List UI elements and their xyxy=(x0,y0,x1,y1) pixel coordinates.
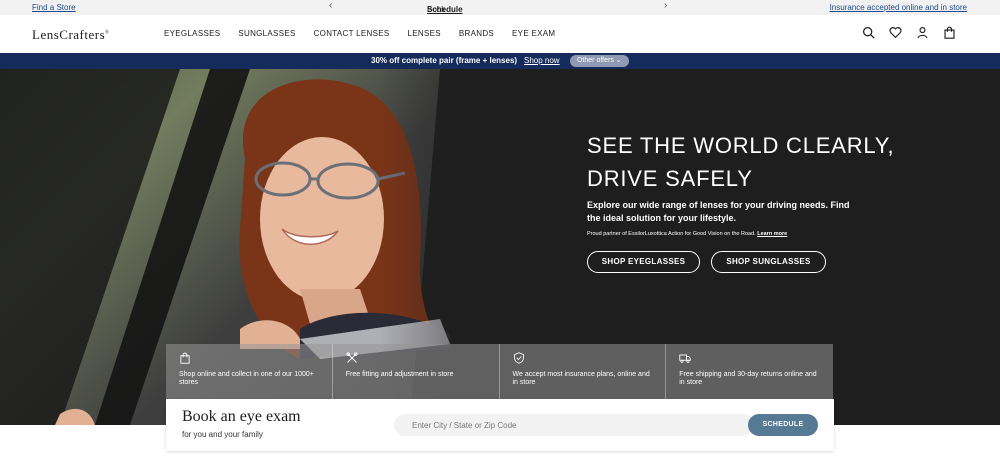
hero-banner: SEE THE WORLD CLEARLY, DRIVE SAFELY Expl… xyxy=(0,69,1000,425)
promo-shop-now-link[interactable]: Shop now xyxy=(524,56,560,65)
feature-tile-fitting: Free fitting and adjustment in store xyxy=(332,344,500,399)
hero-title: SEE THE WORLD CLEARLY, DRIVE SAFELY xyxy=(587,129,894,195)
feature-tile-insurance: We accept most insurance plans, online a… xyxy=(499,344,667,399)
feature-text: Free fitting and adjustment in store xyxy=(345,371,454,378)
truck-icon xyxy=(679,354,691,363)
promo-text: 30% off complete pair (frame + lenses) xyxy=(371,56,518,65)
hero-subtitle: Explore our wide range of lenses for you… xyxy=(587,200,850,223)
eye-exam-booking: Book an eye exam for you and your family… xyxy=(166,399,834,451)
promo-bar: 30% off complete pair (frame + lenses) S… xyxy=(0,53,1000,69)
booking-title: Book an eye exam xyxy=(182,408,301,425)
hero-title-line2: DRIVE SAFELY xyxy=(587,166,753,191)
booking-subtitle: for you and your family xyxy=(182,430,263,439)
nav-eyeglasses[interactable]: EYEGLASSES xyxy=(164,29,220,38)
logo-text: LensCrafters xyxy=(32,27,106,42)
nav-contact-lenses[interactable]: CONTACT LENSES xyxy=(314,29,390,38)
learn-more-link[interactable]: Learn more xyxy=(757,231,787,237)
hero-title-line1: SEE THE WORLD CLEARLY, xyxy=(587,133,895,158)
user-icon[interactable] xyxy=(916,26,929,39)
utility-bar: Find a Store ‹ Book an eye exam online. … xyxy=(0,0,1000,58)
schedule-button[interactable]: SCHEDULE xyxy=(748,414,818,436)
feature-text: Shop online and collect in one of our 10… xyxy=(179,371,314,386)
main-nav: EYEGLASSES SUNGLASSES CONTACT LENSES LEN… xyxy=(164,29,573,38)
nav-eye-exam[interactable]: EYE EXAM xyxy=(512,29,555,38)
logo[interactable]: LensCrafters® xyxy=(32,27,109,43)
heart-icon[interactable] xyxy=(889,26,902,39)
find-store-link[interactable]: Find a Store xyxy=(32,2,76,13)
shop-sunglasses-button[interactable]: SHOP SUNGLASSES xyxy=(711,251,826,273)
nav-lenses[interactable]: LENSES xyxy=(408,29,441,38)
shop-eyeglasses-button[interactable]: SHOP EYEGLASSES xyxy=(587,251,700,273)
hero-note-text: Proud partner of EssilorLuxottica Action… xyxy=(587,231,756,237)
search-icon[interactable] xyxy=(862,26,875,39)
nav-brands[interactable]: BRANDS xyxy=(459,29,494,38)
feature-tile-shipping: Free shipping and 30-day returns online … xyxy=(666,344,833,399)
hero-note: Proud partner of EssilorLuxottica Action… xyxy=(587,231,787,237)
feature-text: We accept most insurance plans, online a… xyxy=(512,371,650,386)
header-icons xyxy=(862,26,956,39)
feature-tile-collect: Shop online and collect in one of our 10… xyxy=(166,344,333,399)
chevron-down-icon: ⌄ xyxy=(615,57,622,64)
feature-text: Free shipping and 30-day returns online … xyxy=(679,371,817,386)
shopping-bag-icon xyxy=(180,352,190,364)
location-input[interactable] xyxy=(394,414,754,436)
chevron-right-icon[interactable]: › xyxy=(664,0,667,11)
insurance-link[interactable]: Insurance accepted online and in store xyxy=(830,2,967,13)
nav-sunglasses[interactable]: SUNGLASSES xyxy=(238,29,295,38)
feature-tiles: Shop online and collect in one of our 10… xyxy=(166,344,833,399)
tools-icon xyxy=(346,352,358,363)
other-offers-label: Other offers xyxy=(577,57,614,64)
main-header: LensCrafters® EYEGLASSES SUNGLASSES CONT… xyxy=(0,15,1000,53)
other-offers-button[interactable]: Other offers ⌄ xyxy=(570,55,629,67)
chevron-left-icon[interactable]: ‹ xyxy=(329,0,332,11)
shield-check-icon xyxy=(513,352,524,364)
bag-icon[interactable] xyxy=(943,26,956,39)
